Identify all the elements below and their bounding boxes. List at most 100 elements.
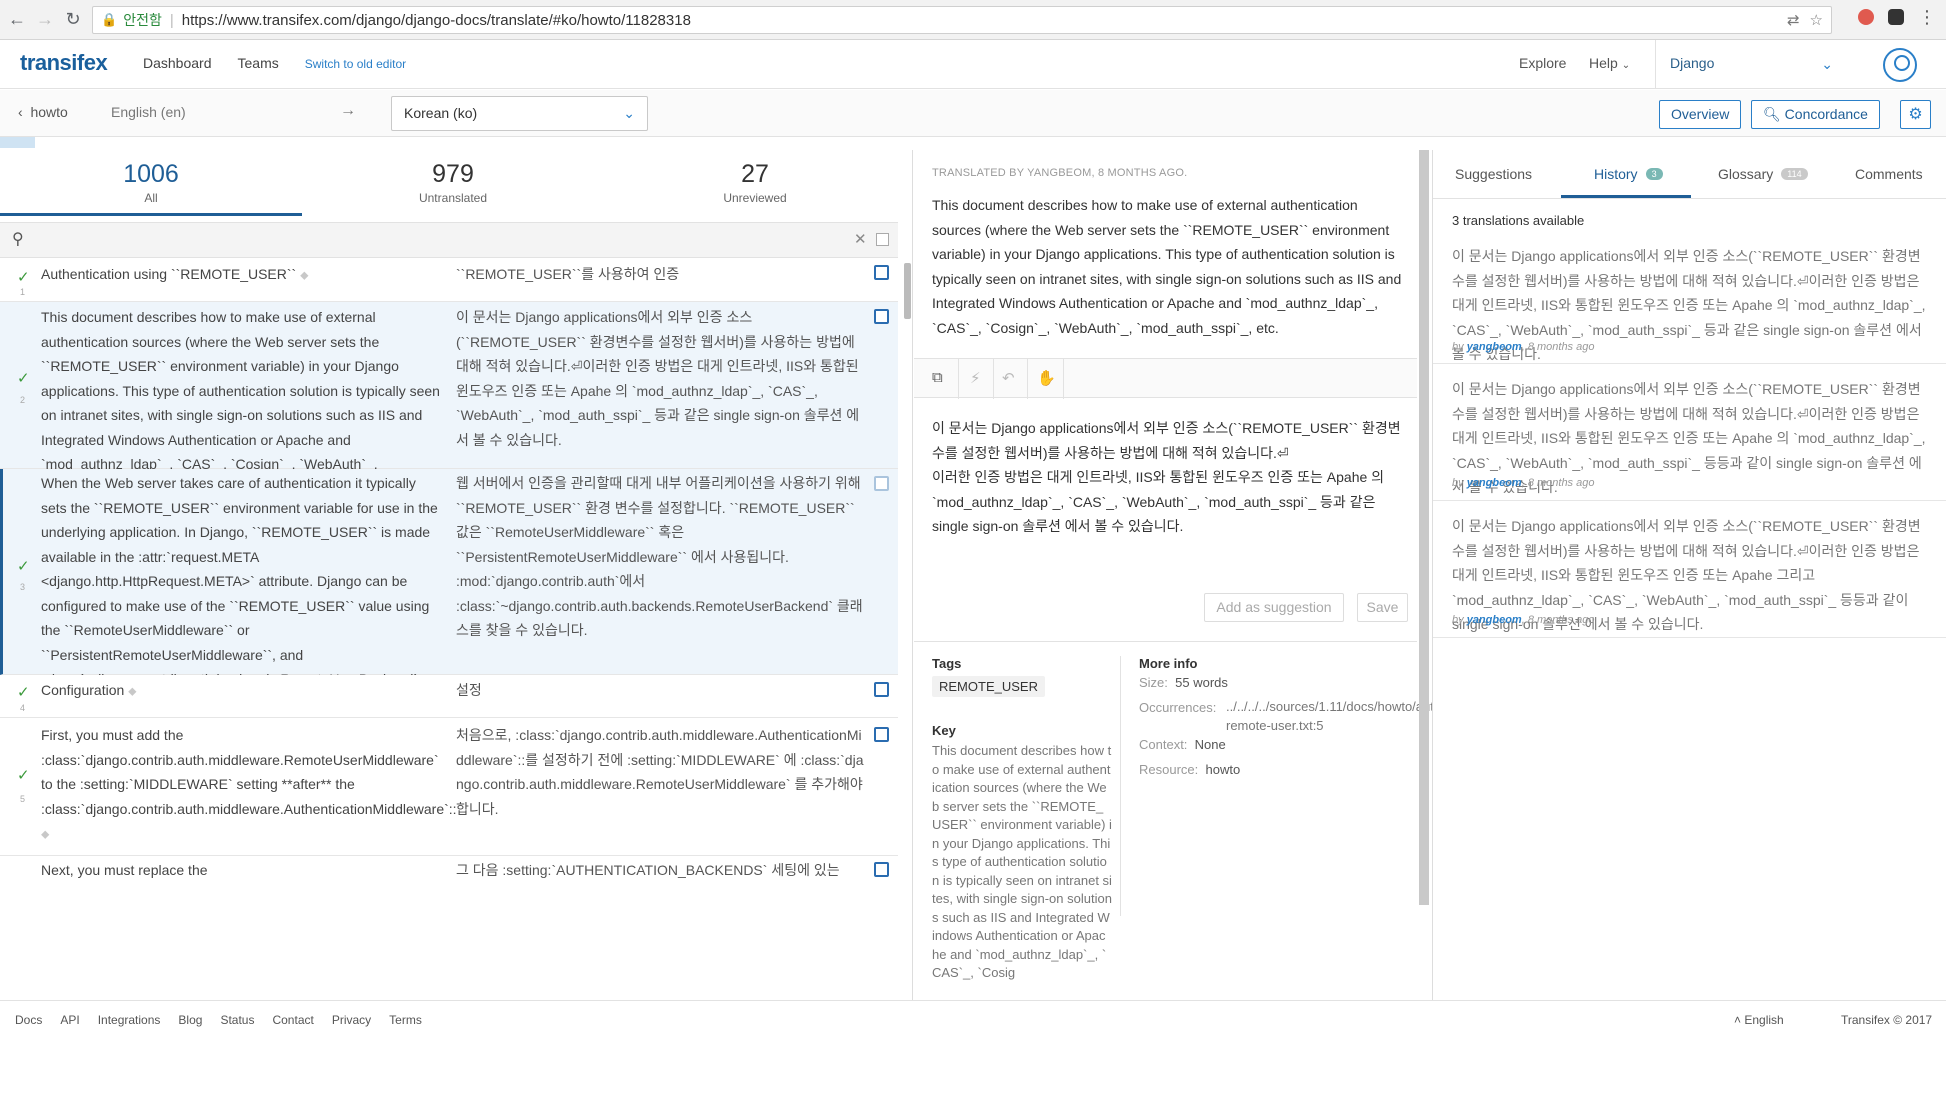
info-context: Context: None xyxy=(1139,737,1226,752)
close-icon[interactable]: ✕ xyxy=(854,230,867,248)
logo[interactable]: transifex xyxy=(20,50,108,76)
nav-dashboard[interactable]: Dashboard xyxy=(143,55,212,71)
footer-link-status[interactable]: Status xyxy=(220,1013,254,1027)
translations-available: 3 translations available xyxy=(1452,213,1585,228)
key-heading: Key xyxy=(932,723,956,738)
table-row[interactable]: ✓ 4 Configuration ⬥ 설정 xyxy=(0,675,898,718)
search-bar: ⚲ ✕ xyxy=(0,222,898,258)
author-link[interactable]: yangbeom xyxy=(1467,477,1522,489)
nav-teams[interactable]: Teams xyxy=(238,55,279,71)
translation-string: 그 다음 :setting:`AUTHENTICATION_BACKENDS` … xyxy=(456,862,840,878)
row-checkbox[interactable] xyxy=(874,727,889,742)
nav-explore[interactable]: Explore xyxy=(1519,55,1566,71)
tag-chip[interactable]: REMOTE_USER xyxy=(932,676,1045,697)
settings-gear-icon[interactable]: ⚙ xyxy=(1900,100,1931,129)
row-checkbox[interactable] xyxy=(874,476,889,491)
project-selector[interactable]: Django ⌄ xyxy=(1655,40,1845,89)
row-checkbox[interactable] xyxy=(874,265,889,280)
table-row[interactable]: ✓ 2 This document describes how to make … xyxy=(0,302,898,497)
avatar[interactable] xyxy=(1883,48,1917,82)
star-icon[interactable]: ☆ xyxy=(1810,11,1823,29)
language-selector[interactable]: ˄ English xyxy=(1734,1013,1784,1027)
footer-link-privacy[interactable]: Privacy xyxy=(332,1013,371,1027)
tag-icon: ⬥ xyxy=(128,684,137,698)
tab-glossary-label: Glossary xyxy=(1718,166,1774,182)
address-bar[interactable]: 🔒 안전함 | https://www.transifex.com/django… xyxy=(92,6,1832,34)
nav-help[interactable]: Help ⌄ xyxy=(1589,55,1630,71)
translation-editor[interactable]: 이 문서는 Django applications에서 외부 인증 소스(``R… xyxy=(932,416,1409,539)
overview-button[interactable]: Overview xyxy=(1659,100,1742,129)
browser-toolbar: ← → ↻ 🔒 안전함 | https://www.transifex.com/… xyxy=(0,0,1946,40)
context-value: None xyxy=(1194,737,1226,752)
editor-panel: TRANSLATED BY YANGBEOM, 8 MONTHS AGO. Th… xyxy=(914,150,1446,1000)
add-suggestion-button[interactable]: Add as suggestion xyxy=(1204,593,1344,622)
filter-untranslated[interactable]: 979 Untranslated xyxy=(302,150,604,216)
table-row[interactable]: ✓ 1 Authentication using ``REMOTE_USER``… xyxy=(0,260,898,302)
search-input[interactable] xyxy=(36,229,836,253)
resource-value: howto xyxy=(1205,762,1241,777)
tab-history[interactable]: History 3 xyxy=(1594,166,1663,182)
tab-comments[interactable]: Comments xyxy=(1855,166,1923,182)
save-button[interactable]: Save xyxy=(1357,593,1408,622)
row-checkbox[interactable] xyxy=(874,309,889,324)
divider: | xyxy=(169,11,174,29)
translate-icon[interactable]: ⇄ xyxy=(1787,11,1800,29)
back-icon[interactable]: ← xyxy=(6,9,28,31)
filter-unreviewed[interactable]: 27 Unreviewed xyxy=(604,150,906,216)
footer-link-blog[interactable]: Blog xyxy=(178,1013,202,1027)
footer-link-api[interactable]: API xyxy=(60,1013,79,1027)
history-item[interactable]: 이 문서는 Django applications에서 외부 인증 소스(``R… xyxy=(1433,364,1946,501)
source-language: English (en) xyxy=(111,104,186,120)
forward-icon[interactable]: → xyxy=(34,9,56,31)
switch-editor-link[interactable]: Switch to old editor xyxy=(305,57,406,71)
tab-glossary[interactable]: Glossary 114 xyxy=(1718,166,1808,182)
table-row[interactable]: ✓ 5 First, you must add the :class:`djan… xyxy=(0,718,898,856)
hand-icon[interactable]: ✋ xyxy=(1037,369,1056,387)
row-checkbox[interactable] xyxy=(874,862,889,877)
footer-link-contact[interactable]: Contact xyxy=(272,1013,313,1027)
reload-icon[interactable]: ↻ xyxy=(62,9,84,31)
author-link[interactable]: yangbeom xyxy=(1467,341,1522,353)
table-row[interactable]: Next, you must replace the 그 다음 :setting… xyxy=(0,856,898,896)
copy-icon[interactable]: ⧉ xyxy=(932,369,943,386)
extension-icon[interactable] xyxy=(1888,9,1904,25)
target-language-value: Korean (ko) xyxy=(404,105,478,121)
label-unreviewed: Unreviewed xyxy=(723,191,787,205)
footer-link-docs[interactable]: Docs xyxy=(15,1013,42,1027)
undo-icon[interactable]: ↶ xyxy=(1002,369,1015,387)
lightning-icon[interactable]: ⚡ xyxy=(970,369,981,387)
row-index: 2 xyxy=(20,395,26,405)
footer: Docs API Integrations Blog Status Contac… xyxy=(0,1000,1946,1036)
row-checkbox[interactable] xyxy=(874,682,889,697)
select-all-checkbox[interactable] xyxy=(876,233,889,246)
check-icon: ✓ xyxy=(17,269,30,286)
scrollbar[interactable] xyxy=(904,263,911,319)
chevron-left-icon: ‹ xyxy=(18,104,23,120)
history-time: , 8 months ago xyxy=(1521,614,1595,626)
chevron-up-icon: ˄ xyxy=(1734,1013,1742,1027)
history-item[interactable]: 이 문서는 Django applications에서 외부 인증 소스(``R… xyxy=(1433,231,1946,364)
occurrences-value: ../../../../sources/1.11/docs/howto/auth… xyxy=(1226,699,1446,733)
filter-all[interactable]: 1006 All xyxy=(0,150,302,216)
menu-icon[interactable]: ⋮ xyxy=(1918,8,1936,26)
concordance-button[interactable]: 🔍︎ Concordance xyxy=(1751,100,1880,129)
target-language-select[interactable]: Korean (ko) ⌄ xyxy=(391,96,648,131)
secure-label: 안전함 xyxy=(123,12,162,28)
count-all: 1006 xyxy=(123,160,179,188)
by-label: by xyxy=(1452,614,1464,626)
table-row[interactable]: ✓ 3 When the Web server takes care of au… xyxy=(0,469,898,712)
divider xyxy=(1433,198,1946,199)
extension-icon[interactable] xyxy=(1858,9,1874,25)
label-untranslated: Untranslated xyxy=(418,191,488,205)
language-label: English xyxy=(1744,1013,1784,1027)
footer-link-terms[interactable]: Terms xyxy=(389,1013,422,1027)
footer-link-integrations[interactable]: Integrations xyxy=(98,1013,161,1027)
url-text[interactable]: https://www.transifex.com/django/django-… xyxy=(182,12,691,29)
breadcrumb[interactable]: ‹ howto xyxy=(18,104,68,120)
search-icon: 🔍︎ xyxy=(1763,106,1781,122)
scrollbar[interactable] xyxy=(1419,150,1429,905)
author-link[interactable]: yangbeom xyxy=(1467,614,1522,626)
tab-suggestions[interactable]: Suggestions xyxy=(1455,166,1532,182)
history-item[interactable]: 이 문서는 Django applications에서 외부 인증 소스(``R… xyxy=(1433,501,1946,638)
strings-panel: 1006 All 979 Untranslated 27 Unreviewed … xyxy=(0,150,913,1000)
